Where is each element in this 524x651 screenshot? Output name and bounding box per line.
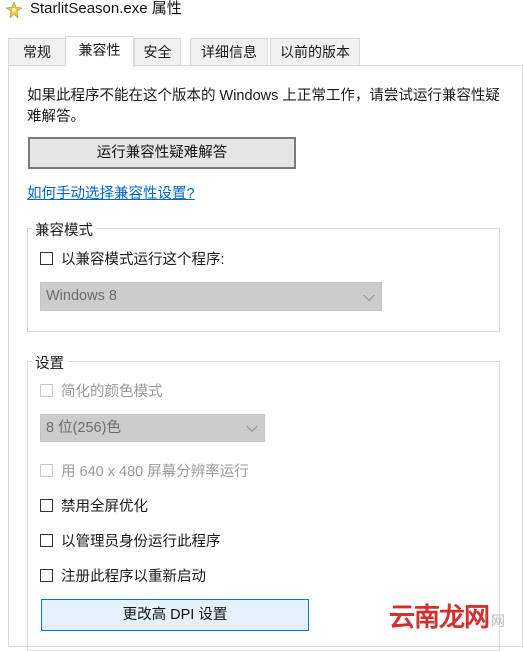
run-640x480-label: 用 640 x 480 屏幕分辨率运行 [61, 463, 249, 480]
settings-group-label: 设置 [32, 352, 67, 373]
checkbox-box[interactable] [40, 533, 53, 547]
tab-details[interactable]: 详细信息 [190, 38, 268, 65]
change-high-dpi-settings-button[interactable]: 更改高 DPI 设置 [41, 599, 309, 631]
tab-previous-versions[interactable]: 以前的版本 [270, 38, 360, 65]
tab-general[interactable]: 常规 [8, 38, 66, 65]
run-in-compat-mode-checkbox[interactable]: 以兼容模式运行这个程序: [40, 248, 225, 268]
checkbox-box[interactable] [40, 568, 53, 582]
tab-security[interactable]: 安全 [134, 38, 181, 65]
run-as-admin-label: 以管理员身份运行此程序 [61, 533, 221, 550]
run-640x480-checkbox[interactable]: 用 640 x 480 屏幕分辨率运行 [40, 460, 249, 480]
window-title: StarlitSeason.exe 属性 [30, 0, 182, 17]
chevron-down-icon [246, 420, 258, 433]
reduced-color-mode-checkbox[interactable]: 简化的颜色模式 [40, 380, 163, 400]
checkbox-box[interactable] [40, 463, 53, 477]
reduced-color-mode-label: 简化的颜色模式 [61, 383, 163, 400]
title-bar: StarlitSeason.exe 属性 [0, 0, 524, 22]
register-restart-label: 注册此程序以重新启动 [61, 568, 206, 585]
run-troubleshooter-button[interactable]: 运行兼容性疑难解答 [28, 137, 296, 169]
compat-mode-group-label: 兼容模式 [32, 219, 96, 240]
run-as-admin-checkbox[interactable]: 以管理员身份运行此程序 [40, 530, 221, 550]
tab-compatibility[interactable]: 兼容性 [65, 36, 134, 67]
checkbox-box[interactable] [40, 251, 53, 265]
os-version-select[interactable]: Windows 8 [40, 282, 382, 311]
tab-strip: 常规 兼容性 安全 详细信息 以前的版本 [0, 36, 524, 67]
manual-compat-settings-link[interactable]: 如何手动选择兼容性设置? [27, 182, 195, 203]
os-version-select-value: Windows 8 [46, 288, 117, 304]
checkbox-box[interactable] [40, 383, 53, 397]
checkbox-box[interactable] [40, 498, 53, 512]
color-depth-select[interactable]: 8 位(256)色 [40, 414, 265, 442]
compat-description: 如果此程序不能在这个版本的 Windows 上正常工作，请尝试运行兼容性疑难解答… [27, 88, 500, 125]
site-watermark-logo: 云南龙网网 [389, 597, 505, 634]
compat-mode-group [27, 228, 500, 332]
disable-fullscreen-optimizations-checkbox[interactable]: 禁用全屏优化 [40, 495, 148, 515]
run-in-compat-mode-label: 以兼容模式运行这个程序: [61, 251, 225, 268]
watermark-suffix: 网 [491, 614, 505, 630]
color-depth-select-value: 8 位(256)色 [46, 420, 121, 436]
chevron-down-icon [363, 289, 375, 301]
watermark-text: 云南龙网 [389, 603, 490, 633]
app-icon [6, 2, 22, 18]
disable-fullscreen-optimizations-label: 禁用全屏优化 [61, 498, 148, 515]
register-restart-checkbox[interactable]: 注册此程序以重新启动 [40, 565, 206, 585]
